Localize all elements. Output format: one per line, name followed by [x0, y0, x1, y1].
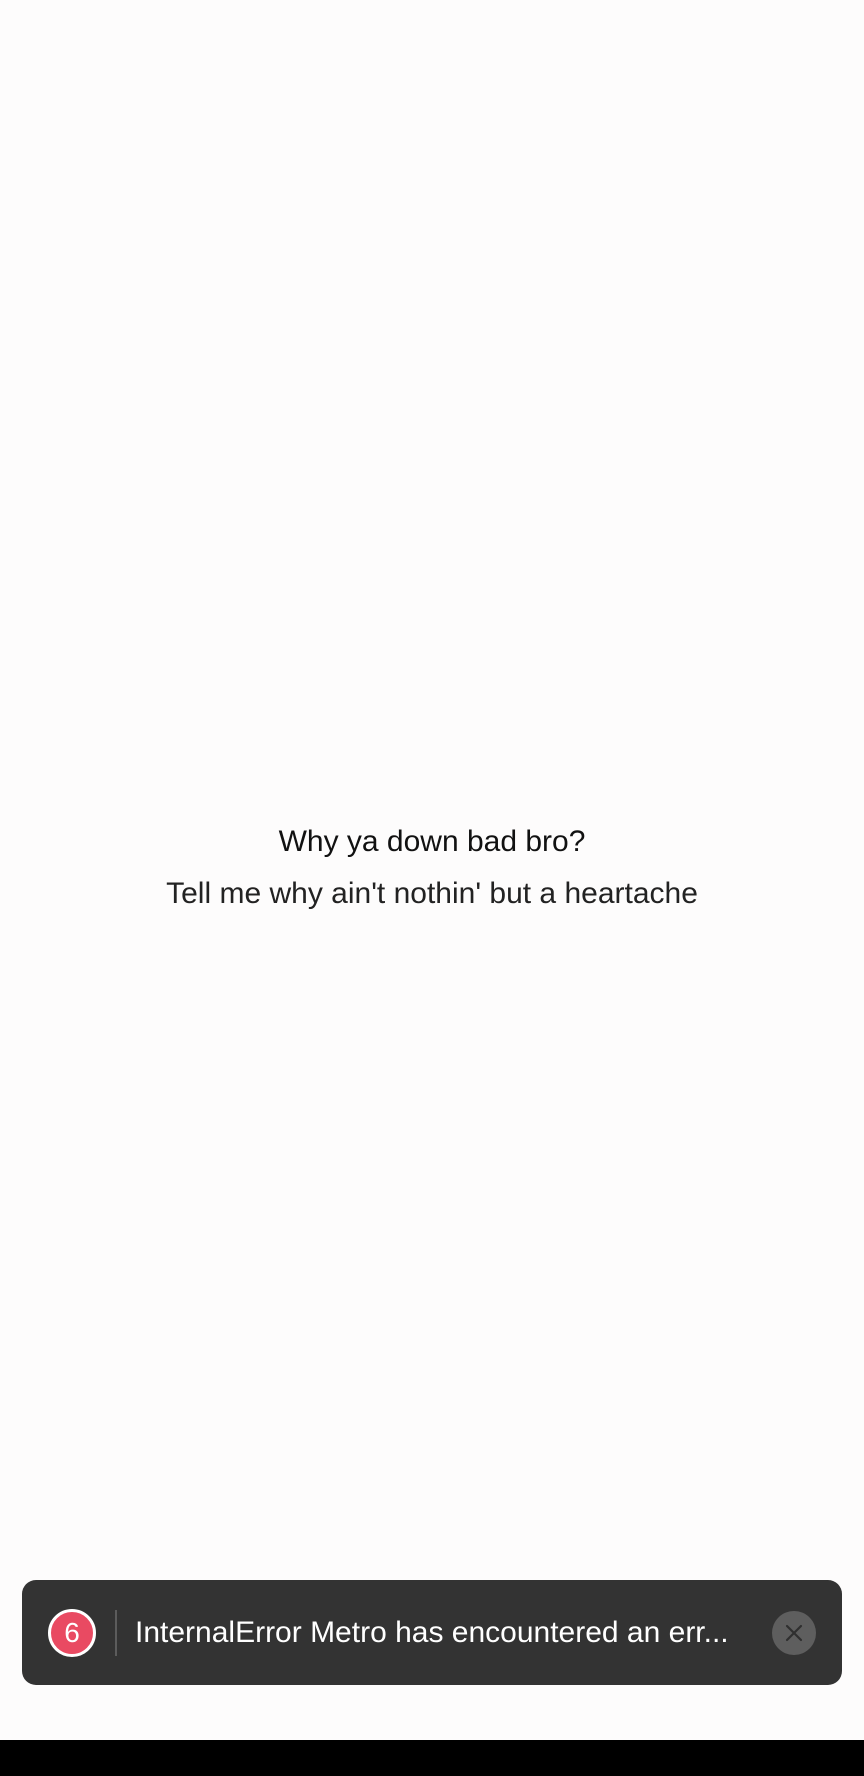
subheadline-text: Tell me why ain't nothin' but a heartach… [166, 877, 698, 910]
headline-text: Why ya down bad bro? [278, 825, 586, 858]
error-message: InternalError Metro has encountered an e… [135, 1616, 729, 1649]
error-count-badge: 6 [48, 1609, 96, 1657]
main-content: Why ya down bad bro? Tell me why ain't n… [0, 816, 864, 920]
toast-divider [115, 1610, 117, 1656]
dismiss-toast-button[interactable] [772, 1611, 816, 1655]
system-navigation-bar [0, 1740, 864, 1776]
close-icon [785, 1624, 803, 1642]
error-toast[interactable]: 6 InternalError Metro has encountered an… [22, 1580, 842, 1685]
